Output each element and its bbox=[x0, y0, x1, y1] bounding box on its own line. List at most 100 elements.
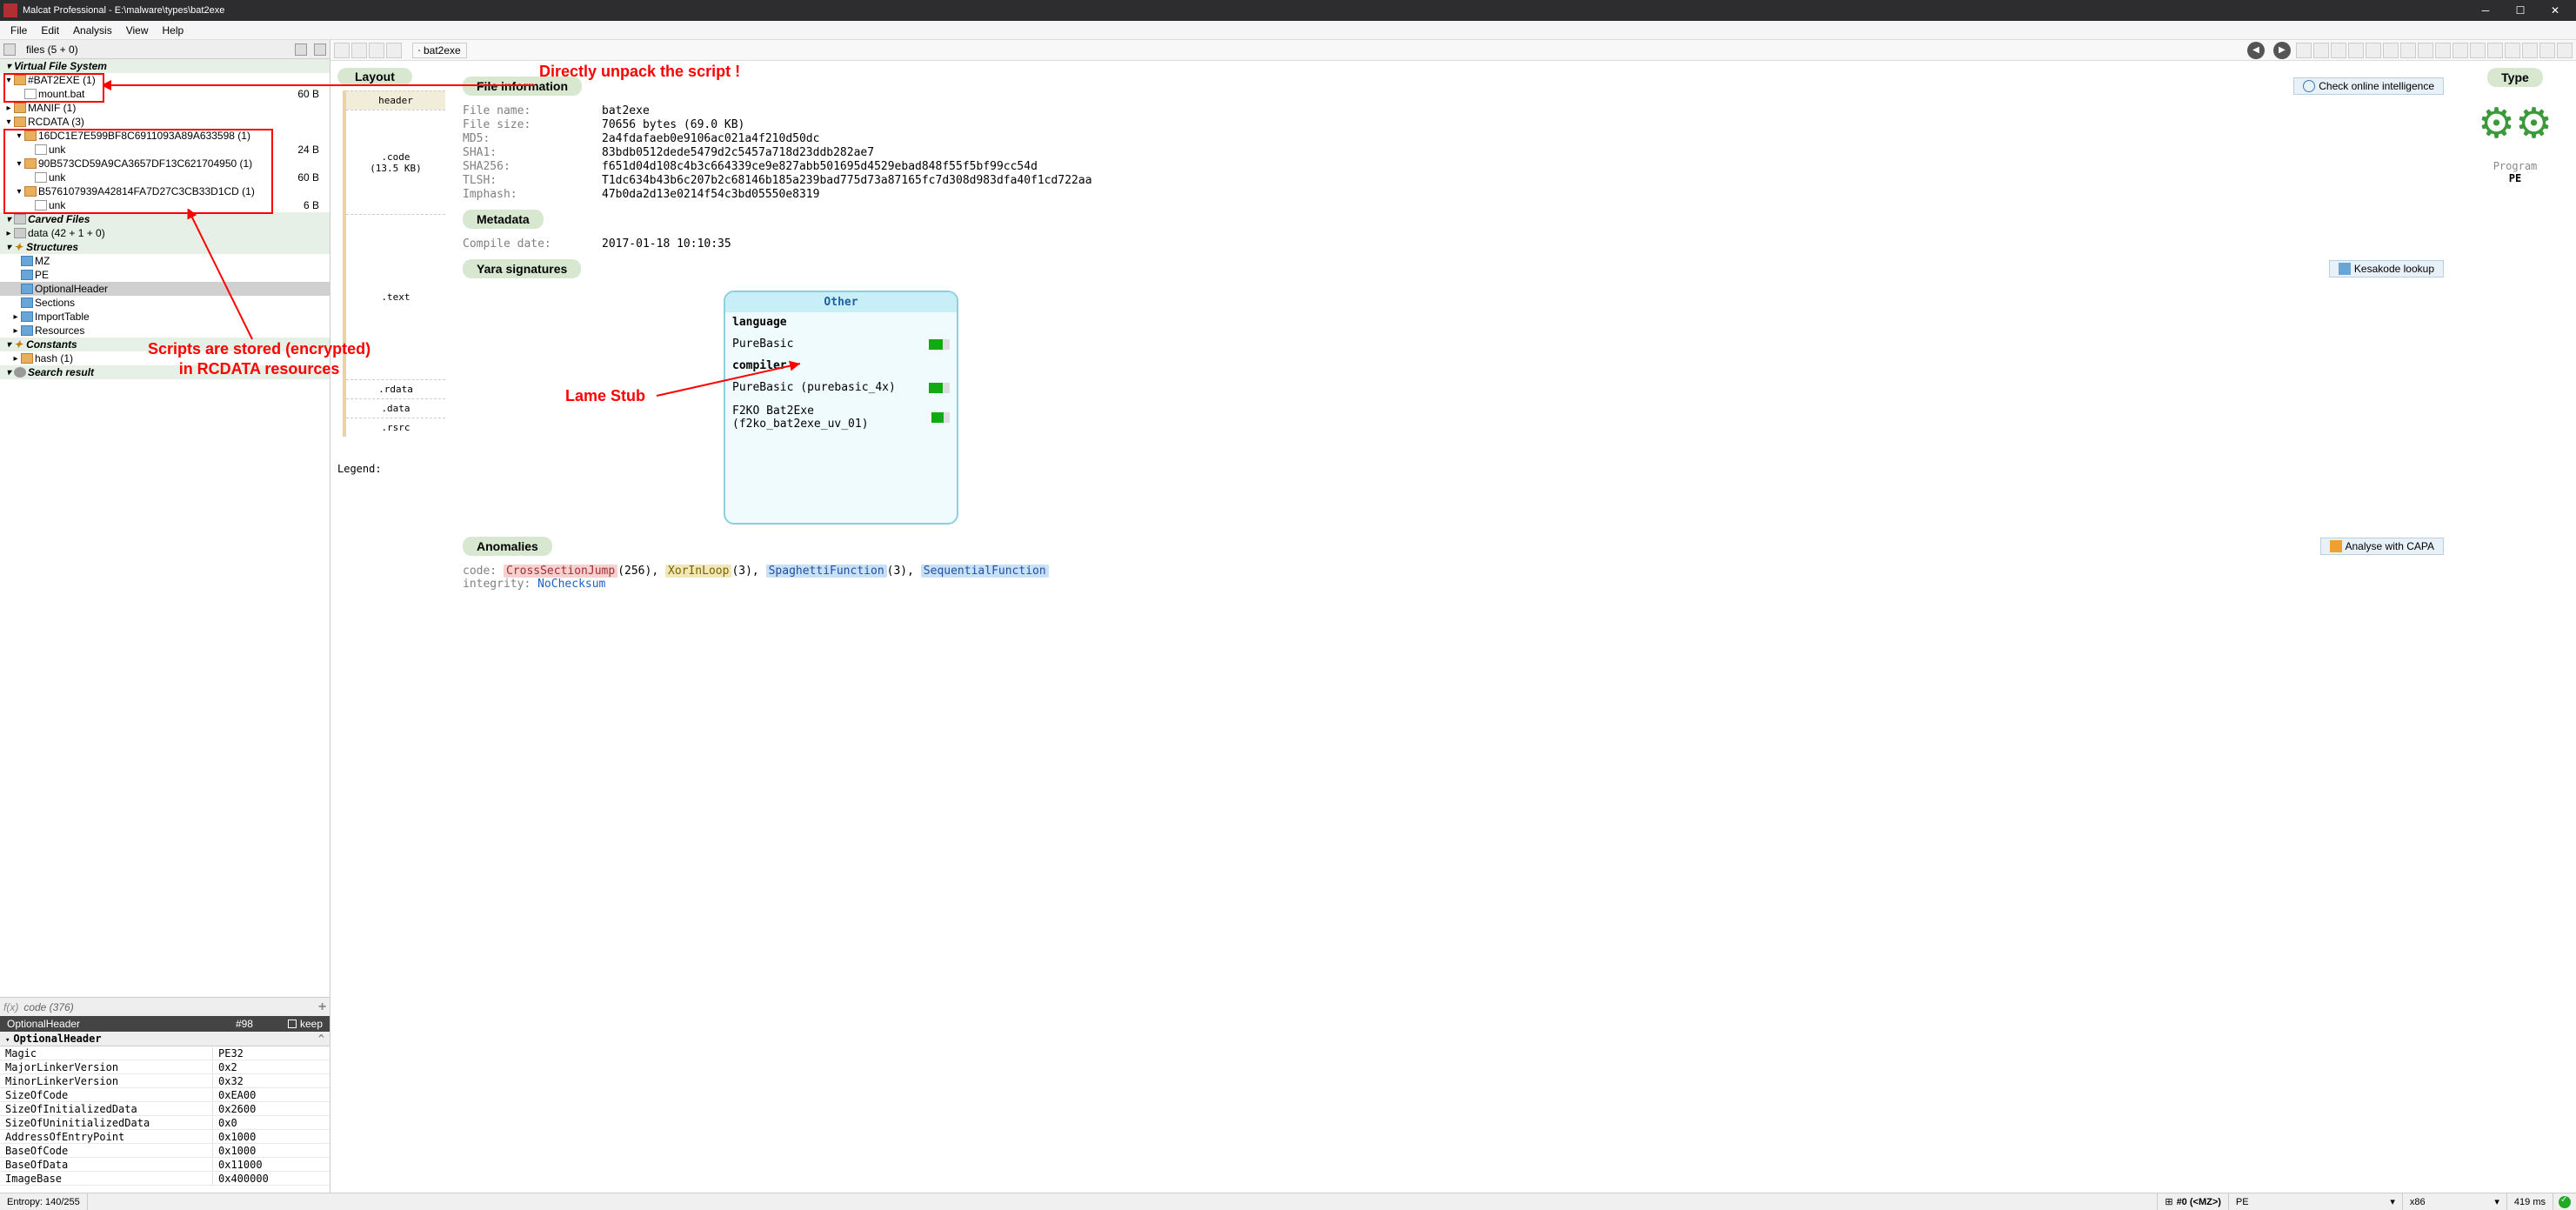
tree-optheader[interactable]: OptionalHeader bbox=[0, 282, 330, 296]
tree-r1[interactable]: ▾16DC1E7E599BF8C6911093A89A633598 (1) bbox=[0, 129, 330, 143]
content-area: Layout header .code(13.5 KB) .text .rdat… bbox=[330, 61, 2576, 1193]
toolbar-btn[interactable] bbox=[369, 43, 384, 58]
layout-code[interactable]: .code(13.5 KB) bbox=[346, 110, 445, 214]
window-title: Malcat Professional - E:\malware\types\b… bbox=[23, 5, 2468, 16]
left-tabbar: files (5 + 0) bbox=[0, 40, 330, 59]
toolbar-btn[interactable] bbox=[334, 43, 350, 58]
folder-icon bbox=[14, 75, 26, 85]
toolbar-btn[interactable] bbox=[2470, 43, 2486, 58]
yara-box: Other language PureBasic compiler PureBa… bbox=[724, 291, 958, 525]
layout-data[interactable]: .data bbox=[346, 398, 445, 418]
menu-analysis[interactable]: Analysis bbox=[66, 24, 119, 37]
confidence-bar bbox=[929, 383, 950, 393]
toolbar-btn[interactable] bbox=[2313, 43, 2329, 58]
capa-button[interactable]: Analyse with CAPA bbox=[2320, 538, 2445, 555]
tab-icon[interactable] bbox=[3, 43, 16, 56]
toolbar-btn[interactable] bbox=[2348, 43, 2364, 58]
yara-other-header: Other bbox=[725, 292, 957, 312]
prop-title: OptionalHeader bbox=[7, 1018, 80, 1030]
layout-text[interactable]: .text bbox=[346, 214, 445, 379]
toolbar-btn[interactable] bbox=[2505, 43, 2520, 58]
checkbox-icon bbox=[288, 1019, 297, 1028]
toolbar-btn[interactable] bbox=[351, 43, 367, 58]
tree-data[interactable]: ▸data (42 + 1 + 0) bbox=[0, 226, 330, 240]
left-tab-label[interactable]: files (5 + 0) bbox=[19, 43, 85, 56]
struct-icon bbox=[21, 270, 33, 280]
folder-icon bbox=[24, 130, 37, 141]
toolbar-btn[interactable] bbox=[2557, 43, 2573, 58]
check-online-button[interactable]: Check online intelligence bbox=[2293, 77, 2444, 95]
tree-section-const: ▾✦Constants bbox=[0, 338, 330, 351]
menu-view[interactable]: View bbox=[119, 24, 156, 37]
tree-r3[interactable]: ▾B576107939A42814FA7D27C3CB33D1CD (1) bbox=[0, 184, 330, 198]
tree-import[interactable]: ▸ImportTable bbox=[0, 310, 330, 324]
property-table[interactable]: MagicPE32 MajorLinkerVersion0x2 MinorLin… bbox=[0, 1046, 330, 1193]
toolbar-btn[interactable] bbox=[2522, 43, 2538, 58]
type-program: Program bbox=[2461, 160, 2569, 172]
prop-number: #98 bbox=[236, 1018, 253, 1030]
prop-keep[interactable]: keep bbox=[288, 1018, 323, 1030]
tree-sections[interactable]: Sections bbox=[0, 296, 330, 310]
layout-box: header .code(13.5 KB) .text .rdata .data… bbox=[343, 90, 445, 437]
tree-r3u[interactable]: unk6 B bbox=[0, 198, 330, 212]
type-column: Type ⚙⚙ Program PE bbox=[2454, 61, 2576, 1193]
yara-compiler-label: compiler bbox=[725, 356, 957, 376]
prop-row: BaseOfCode0x1000 bbox=[0, 1144, 330, 1158]
filter-add-button[interactable]: + bbox=[318, 999, 326, 1015]
toolbar-btn[interactable] bbox=[2400, 43, 2416, 58]
layout-rdata[interactable]: .rdata bbox=[346, 379, 445, 398]
kesakode-button[interactable]: Kesakode lookup bbox=[2329, 260, 2444, 277]
tree-rcdata[interactable]: ▾RCDATA (3) bbox=[0, 115, 330, 129]
folder-icon bbox=[14, 103, 26, 113]
layout-rsrc[interactable]: .rsrc bbox=[346, 418, 445, 437]
filter-text: code (376) bbox=[23, 1001, 73, 1013]
toolbar-btn[interactable] bbox=[386, 43, 402, 58]
yara-item-purebasic[interactable]: PureBasic bbox=[725, 332, 957, 356]
toolbar-btn[interactable] bbox=[2453, 43, 2468, 58]
status-arch-select[interactable]: x86▾ bbox=[2403, 1193, 2507, 1210]
tree-r2u[interactable]: unk60 B bbox=[0, 170, 330, 184]
tree-r1u[interactable]: unk24 B bbox=[0, 143, 330, 157]
yara-title: Yara signatures bbox=[463, 259, 581, 278]
toolbar-btn[interactable] bbox=[2487, 43, 2503, 58]
toolbar-btn[interactable] bbox=[2539, 43, 2555, 58]
toolbar-btn[interactable] bbox=[2383, 43, 2399, 58]
tree-mz[interactable]: MZ bbox=[0, 254, 330, 268]
tree-bat2exe[interactable]: ▾#BAT2EXE (1) bbox=[0, 73, 330, 87]
nav-back-button[interactable]: ◀ bbox=[2247, 42, 2265, 59]
yara-item-pb4x[interactable]: PureBasic (purebasic_4x) bbox=[725, 376, 957, 399]
toolbar-btn[interactable] bbox=[2366, 43, 2381, 58]
tree-pe[interactable]: PE bbox=[0, 268, 330, 282]
layout-title: Layout bbox=[337, 68, 412, 85]
menu-edit[interactable]: Edit bbox=[34, 24, 66, 37]
tab-tool-1[interactable] bbox=[295, 43, 307, 56]
tree-hash[interactable]: ▸hash (1) bbox=[0, 351, 330, 365]
close-button[interactable]: ✕ bbox=[2538, 0, 2573, 21]
tree-mount[interactable]: mount.bat60 B bbox=[0, 87, 330, 101]
menu-file[interactable]: File bbox=[3, 24, 34, 37]
file-tree[interactable]: ▾Virtual File System ▾#BAT2EXE (1) mount… bbox=[0, 59, 330, 379]
layout-column: Layout header .code(13.5 KB) .text .rdat… bbox=[330, 61, 452, 1193]
tree-resources[interactable]: ▸Resources bbox=[0, 324, 330, 338]
status-pe-select[interactable]: PE▾ bbox=[2229, 1193, 2403, 1210]
statusbar: Entropy: 140/255 ⊞#0 (<MZ>) PE▾ x86▾ 419… bbox=[0, 1193, 2576, 1210]
file-icon bbox=[35, 200, 47, 211]
yara-item-bat2exe[interactable]: F2KO Bat2Exe (f2ko_bat2exe_uv_01) bbox=[725, 399, 957, 436]
toolbar-btn[interactable] bbox=[2331, 43, 2346, 58]
toolbar-btn[interactable] bbox=[2435, 43, 2451, 58]
property-header: OptionalHeader #98 keep bbox=[0, 1016, 330, 1032]
toolbar-btn[interactable] bbox=[2418, 43, 2433, 58]
nav-fwd-button[interactable]: ▶ bbox=[2273, 42, 2291, 59]
struct-icon bbox=[21, 325, 33, 336]
layout-header[interactable]: header bbox=[346, 90, 445, 110]
menu-help[interactable]: Help bbox=[156, 24, 191, 37]
minimize-button[interactable]: ─ bbox=[2468, 0, 2503, 21]
filter-bar[interactable]: f(x) code (376) + bbox=[0, 997, 330, 1016]
tree-manif[interactable]: ▸MANIF (1) bbox=[0, 101, 330, 115]
status-breadcrumb[interactable]: ⊞#0 (<MZ>) bbox=[2158, 1193, 2229, 1210]
tree-r2[interactable]: ▾90B573CD59A9CA3657DF13C621704950 (1) bbox=[0, 157, 330, 170]
maximize-button[interactable]: ☐ bbox=[2503, 0, 2538, 21]
toolbar-btn[interactable] bbox=[2296, 43, 2312, 58]
tab-tool-2[interactable] bbox=[314, 43, 326, 56]
breadcrumb[interactable]: bat2exe bbox=[412, 43, 467, 58]
